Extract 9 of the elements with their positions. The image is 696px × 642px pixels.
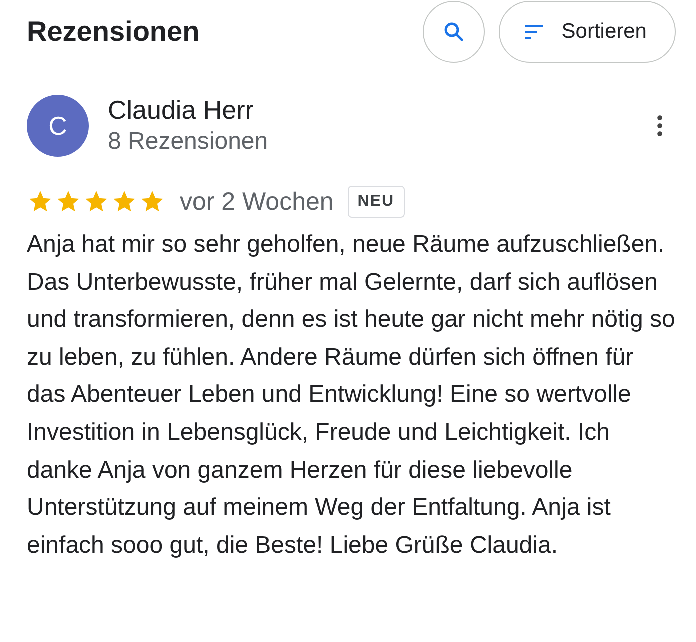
section-title: Rezensionen (27, 16, 200, 48)
review-count: 8 Rezensionen (108, 127, 270, 157)
review-date: vor 2 Wochen (180, 188, 334, 216)
new-badge: NEU (348, 186, 405, 218)
avatar: C (27, 95, 89, 157)
review-text: Anja hat mir so sehr geholfen, neue Räume aufzuschließen. Das Unterbewusste, früher mal Gelernte, darf sich auflösen und transformieren, denn es ist heute gar nicht mehr nötig so zu leben, zu fühlen. Andere Räume dürfen sich öffnen für das Abenteuer Leben und Entwicklung! Eine so wertvolle Investition in Lebensglück, Freude und Leichtigkeit. Ich danke Anja von ganzem Herzen für diese liebevolle Unterstützung auf meinem Weg der Entfaltung. Anja ist einfach sooo gut, die Beste! Liebe Grüße Claudia. (27, 230, 676, 561)
sort-button[interactable]: Sortieren (498, 1, 676, 63)
reviewer-name[interactable]: Claudia Herr (108, 94, 656, 126)
more-options-icon[interactable] (656, 114, 664, 138)
